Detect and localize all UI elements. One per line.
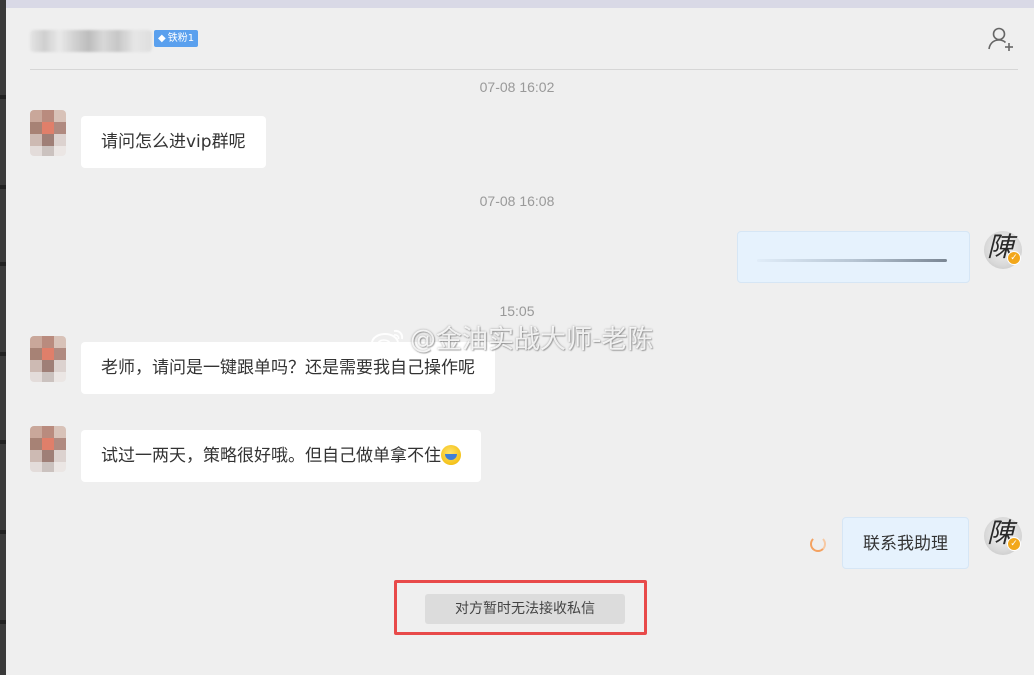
redacted-content-line — [757, 259, 947, 262]
my-avatar[interactable]: 陳 ✓ — [984, 231, 1022, 269]
add-user-icon — [988, 27, 1013, 51]
sender-avatar[interactable] — [30, 426, 66, 472]
verified-badge-icon: ✓ — [1007, 537, 1021, 551]
sending-spinner-icon — [810, 536, 826, 552]
system-notice: 对方暂时无法接收私信 — [425, 594, 625, 624]
timestamp: 15:05 — [499, 303, 535, 319]
fan-level-badge: ◆ 铁粉1 — [154, 30, 199, 47]
weibo-watermark: @金油实战大师-老陈 — [370, 322, 653, 358]
outgoing-message[interactable]: 联系我助理 — [842, 517, 969, 569]
add-user-button[interactable] — [986, 24, 1016, 54]
diamond-icon: ◆ — [158, 33, 166, 44]
contact-name-blurred[interactable] — [30, 30, 152, 52]
fan-level-label: 铁粉1 — [167, 33, 195, 44]
left-panel-edge — [0, 0, 6, 675]
timestamp: 07-08 16:08 — [479, 193, 555, 209]
message-text: 试过一两天，策略很好哦。但自己做单拿不住 — [101, 446, 441, 466]
timestamp: 07-08 16:02 — [479, 79, 555, 95]
incoming-message[interactable]: 请问怎么进vip群呢 — [81, 116, 266, 168]
incoming-message[interactable]: 试过一两天，策略很好哦。但自己做单拿不住 — [81, 430, 481, 482]
weibo-logo-icon — [371, 329, 404, 353]
my-avatar[interactable]: 陳 ✓ — [984, 517, 1022, 555]
verified-badge-icon: ✓ — [1007, 251, 1021, 265]
crying-laughing-icon — [441, 445, 461, 465]
outgoing-message-redacted[interactable] — [737, 231, 970, 283]
sender-avatar[interactable] — [30, 110, 66, 156]
chat-header: ◆ 铁粉1 — [30, 22, 1018, 70]
watermark-text: @金油实战大师-老陈 — [410, 325, 654, 355]
window-top-strip — [0, 0, 1034, 8]
sender-avatar[interactable] — [30, 336, 66, 382]
